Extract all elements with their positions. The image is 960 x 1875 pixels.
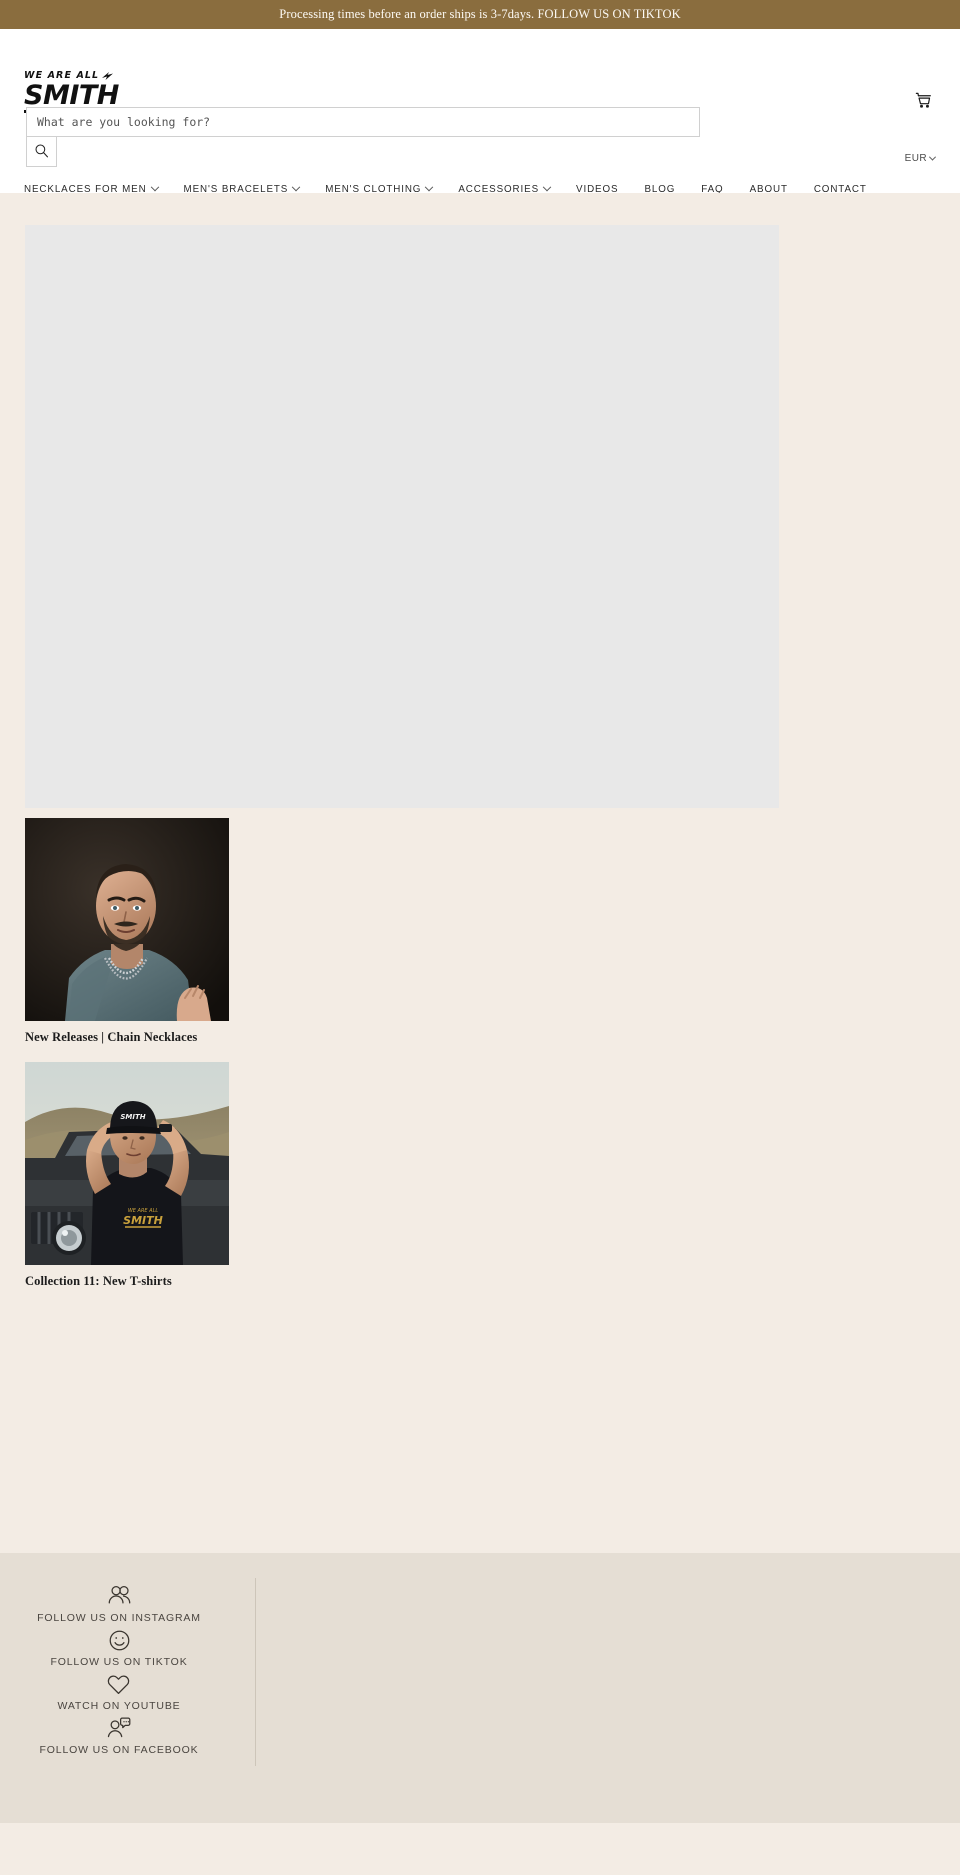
cart-button[interactable] [910, 89, 936, 115]
search-icon [34, 143, 49, 161]
hero-media-placeholder [25, 225, 779, 808]
collection-card-image[interactable]: SMITH WE ARE ALL SMITH [25, 1062, 229, 1265]
collection-card-image[interactable] [25, 818, 229, 1021]
chevron-down-icon [425, 182, 434, 191]
chevron-down-icon [928, 153, 937, 161]
search-form [26, 107, 700, 167]
social-link-label: FOLLOW US ON FACEBOOK [39, 1744, 199, 1756]
main-content: New Releases | Chain Necklaces SMITH WE … [0, 193, 960, 1553]
collection-card-title: New Releases | Chain Necklaces [25, 1030, 198, 1044]
collection-card[interactable]: New Releases | Chain Necklaces [25, 818, 229, 1045]
footer-social-column: FOLLOW US ON INSTAGRAM FOLLOW US ON TIKT… [4, 1581, 234, 1757]
collection-card-title: Collection 11: New T-shirts [25, 1274, 172, 1288]
smiley-face-icon [104, 1625, 134, 1655]
person-speech-bubble-icon [104, 1713, 134, 1743]
search-submit-button[interactable] [26, 137, 57, 167]
social-link-youtube[interactable]: WATCH ON YOUTUBE [57, 1669, 180, 1712]
search-input[interactable] [26, 107, 700, 137]
social-link-facebook[interactable]: FOLLOW US ON FACEBOOK [39, 1713, 198, 1756]
chevron-down-icon [291, 182, 301, 191]
announcement-text: Processing times before an order ships i… [279, 7, 681, 21]
two-people-icon [104, 1581, 134, 1611]
currency-selector[interactable]: EUR [904, 153, 937, 164]
chevron-down-icon [542, 182, 552, 191]
footer-divider [255, 1578, 256, 1766]
social-link-tiktok[interactable]: FOLLOW US ON TIKTOK [50, 1625, 187, 1668]
lightning-bolt-icon [102, 71, 114, 80]
social-link-label: WATCH ON YOUTUBE [57, 1700, 181, 1712]
social-link-instagram[interactable]: FOLLOW US ON INSTAGRAM [37, 1581, 201, 1624]
social-link-label: FOLLOW US ON INSTAGRAM [37, 1612, 201, 1624]
shopping-cart-icon [914, 91, 933, 113]
site-footer: FOLLOW US ON INSTAGRAM FOLLOW US ON TIKT… [0, 1553, 960, 1823]
svg-text:SMITH: SMITH [120, 1113, 145, 1121]
announcement-bar: Processing times before an order ships i… [0, 0, 960, 29]
social-link-label: FOLLOW US ON TIKTOK [50, 1656, 188, 1668]
heart-icon [104, 1669, 134, 1699]
svg-text:SMITH: SMITH [123, 1214, 163, 1227]
chevron-down-icon [150, 182, 159, 191]
collection-card[interactable]: SMITH WE ARE ALL SMITH Collection 11: Ne… [25, 1062, 229, 1289]
currency-selected-value: EUR [904, 153, 927, 164]
site-header: WE ARE ALL SMITH EUR [0, 29, 960, 195]
